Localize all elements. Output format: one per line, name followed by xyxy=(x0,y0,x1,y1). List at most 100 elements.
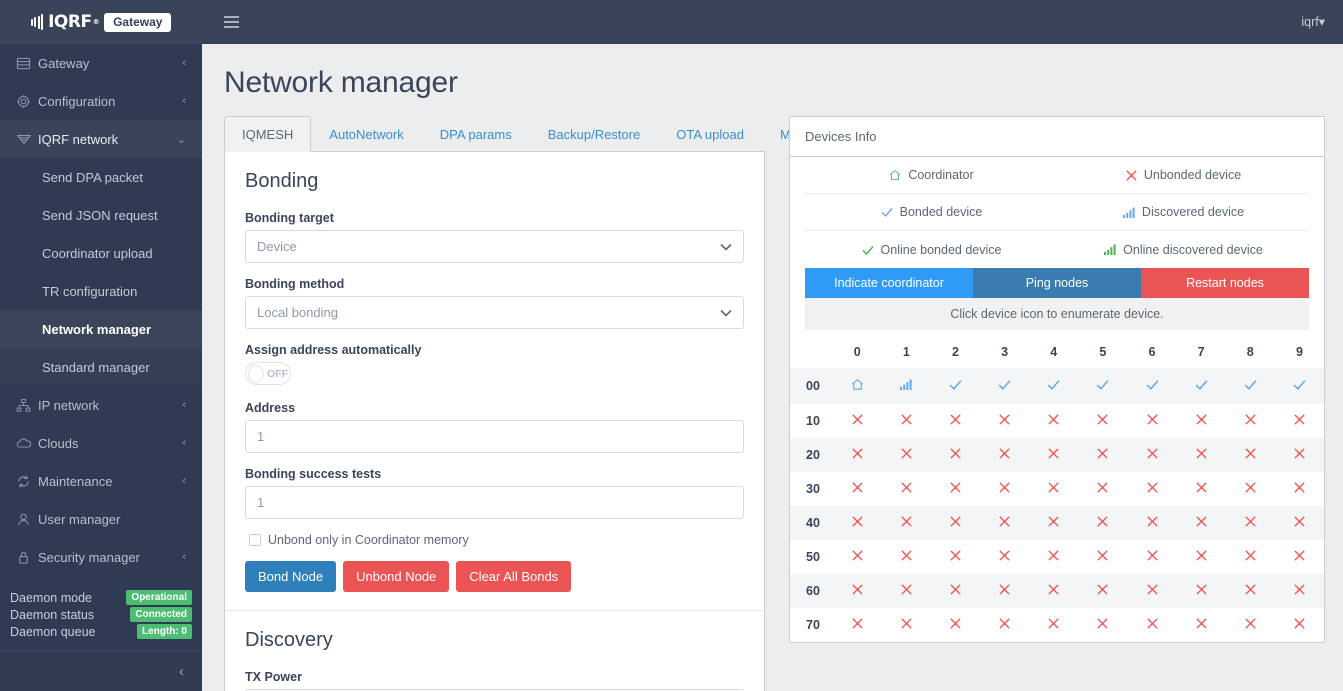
cross-icon[interactable] xyxy=(851,583,864,596)
cross-icon[interactable] xyxy=(900,583,913,596)
device-grid-cell[interactable] xyxy=(833,472,882,506)
device-grid-cell[interactable] xyxy=(1029,608,1078,642)
sidebar-item-configuration[interactable]: Configuration ‹ xyxy=(0,82,202,120)
cross-icon[interactable] xyxy=(998,447,1011,460)
cross-icon[interactable] xyxy=(1096,583,1109,596)
cross-icon[interactable] xyxy=(1293,413,1306,426)
tab-dpa-params[interactable]: DPA params xyxy=(422,116,530,152)
cross-icon[interactable] xyxy=(1195,413,1208,426)
device-grid-cell[interactable] xyxy=(1177,438,1226,472)
device-grid-cell[interactable] xyxy=(1275,574,1324,608)
cross-icon[interactable] xyxy=(1047,549,1060,562)
device-grid-cell[interactable] xyxy=(1275,404,1324,438)
device-grid-cell[interactable] xyxy=(833,540,882,574)
device-grid-cell[interactable] xyxy=(833,506,882,540)
cross-icon[interactable] xyxy=(1146,515,1159,528)
device-grid-cell[interactable] xyxy=(1226,574,1275,608)
cross-icon[interactable] xyxy=(1146,481,1159,494)
cross-icon[interactable] xyxy=(1096,549,1109,562)
device-grid-cell[interactable] xyxy=(1226,472,1275,506)
home-icon[interactable] xyxy=(850,377,865,392)
device-grid-cell[interactable] xyxy=(980,608,1029,642)
signal-icon[interactable] xyxy=(899,378,913,391)
check-icon[interactable] xyxy=(1194,377,1209,392)
device-grid-cell[interactable] xyxy=(1078,506,1127,540)
device-grid-cell[interactable] xyxy=(882,574,931,608)
cross-icon[interactable] xyxy=(900,549,913,562)
device-grid-cell[interactable] xyxy=(1127,472,1176,506)
cross-icon[interactable] xyxy=(851,617,864,630)
cross-icon[interactable] xyxy=(998,481,1011,494)
device-grid-cell[interactable] xyxy=(931,438,980,472)
device-grid-cell[interactable] xyxy=(1177,608,1226,642)
sidebar-item-coordinator-upload[interactable]: Coordinator upload xyxy=(0,234,202,272)
cross-icon[interactable] xyxy=(1293,583,1306,596)
bonding-target-select[interactable]: Device xyxy=(245,230,744,263)
cross-icon[interactable] xyxy=(1146,583,1159,596)
bonding-tests-input[interactable]: 1 xyxy=(245,486,744,519)
indicate-coordinator-button[interactable]: Indicate coordinator xyxy=(805,268,973,298)
device-grid-cell[interactable] xyxy=(980,472,1029,506)
device-grid-cell[interactable] xyxy=(980,540,1029,574)
device-grid-cell[interactable] xyxy=(1029,438,1078,472)
sidebar-item-send-json-request[interactable]: Send JSON request xyxy=(0,196,202,234)
sidebar-item-gateway[interactable]: Gateway ‹ xyxy=(0,44,202,82)
bond-node-button[interactable]: Bond Node xyxy=(245,561,337,592)
clear-all-bonds-button[interactable]: Clear All Bonds xyxy=(456,561,572,592)
cross-icon[interactable] xyxy=(1096,447,1109,460)
cross-icon[interactable] xyxy=(1244,481,1257,494)
cross-icon[interactable] xyxy=(998,617,1011,630)
cross-icon[interactable] xyxy=(1195,515,1208,528)
check-icon[interactable] xyxy=(1095,377,1110,392)
cross-icon[interactable] xyxy=(1047,481,1060,494)
cross-icon[interactable] xyxy=(1047,583,1060,596)
device-grid-cell[interactable] xyxy=(980,574,1029,608)
device-grid-cell[interactable] xyxy=(1275,608,1324,642)
device-grid-cell[interactable] xyxy=(980,404,1029,438)
device-grid-cell[interactable] xyxy=(1226,608,1275,642)
device-grid-cell[interactable] xyxy=(1127,574,1176,608)
device-grid-cell[interactable] xyxy=(1078,540,1127,574)
cross-icon[interactable] xyxy=(1195,447,1208,460)
device-grid-cell[interactable] xyxy=(1078,368,1127,404)
cross-icon[interactable] xyxy=(851,481,864,494)
device-grid-cell[interactable] xyxy=(980,368,1029,404)
device-grid-cell[interactable] xyxy=(1275,438,1324,472)
bonding-method-select[interactable]: Local bonding xyxy=(245,296,744,329)
sidebar-item-ip-network[interactable]: IP network ‹ xyxy=(0,386,202,424)
device-grid-cell[interactable] xyxy=(931,506,980,540)
device-grid-cell[interactable] xyxy=(1177,404,1226,438)
device-grid-cell[interactable] xyxy=(1029,506,1078,540)
cross-icon[interactable] xyxy=(1195,549,1208,562)
device-grid-cell[interactable] xyxy=(882,506,931,540)
device-grid-cell[interactable] xyxy=(1275,368,1324,404)
cross-icon[interactable] xyxy=(1293,515,1306,528)
cross-icon[interactable] xyxy=(900,413,913,426)
cross-icon[interactable] xyxy=(900,515,913,528)
cross-icon[interactable] xyxy=(851,413,864,426)
checkbox-icon[interactable] xyxy=(249,534,261,546)
device-grid-cell[interactable] xyxy=(882,404,931,438)
device-grid-cell[interactable] xyxy=(882,540,931,574)
sidebar-item-standard-manager[interactable]: Standard manager xyxy=(0,348,202,386)
device-grid-cell[interactable] xyxy=(1177,540,1226,574)
cross-icon[interactable] xyxy=(1293,617,1306,630)
restart-nodes-button[interactable]: Restart nodes xyxy=(1141,268,1309,298)
sidebar-item-tr-configuration[interactable]: TR configuration xyxy=(0,272,202,310)
device-grid-cell[interactable] xyxy=(1275,472,1324,506)
sidebar-item-user-manager[interactable]: User manager xyxy=(0,500,202,538)
cross-icon[interactable] xyxy=(998,413,1011,426)
cross-icon[interactable] xyxy=(1244,583,1257,596)
device-grid-cell[interactable] xyxy=(1078,438,1127,472)
cross-icon[interactable] xyxy=(949,447,962,460)
cross-icon[interactable] xyxy=(851,447,864,460)
cross-icon[interactable] xyxy=(1244,413,1257,426)
sidebar-item-maintenance[interactable]: Maintenance ‹ xyxy=(0,462,202,500)
sidebar-item-security-manager[interactable]: Security manager ‹ xyxy=(0,538,202,576)
device-grid-cell[interactable] xyxy=(931,368,980,404)
address-input[interactable]: 1 xyxy=(245,420,744,453)
device-grid-cell[interactable] xyxy=(833,438,882,472)
cross-icon[interactable] xyxy=(998,549,1011,562)
hamburger-icon[interactable] xyxy=(224,15,239,28)
assign-address-toggle[interactable]: OFF xyxy=(245,362,291,385)
